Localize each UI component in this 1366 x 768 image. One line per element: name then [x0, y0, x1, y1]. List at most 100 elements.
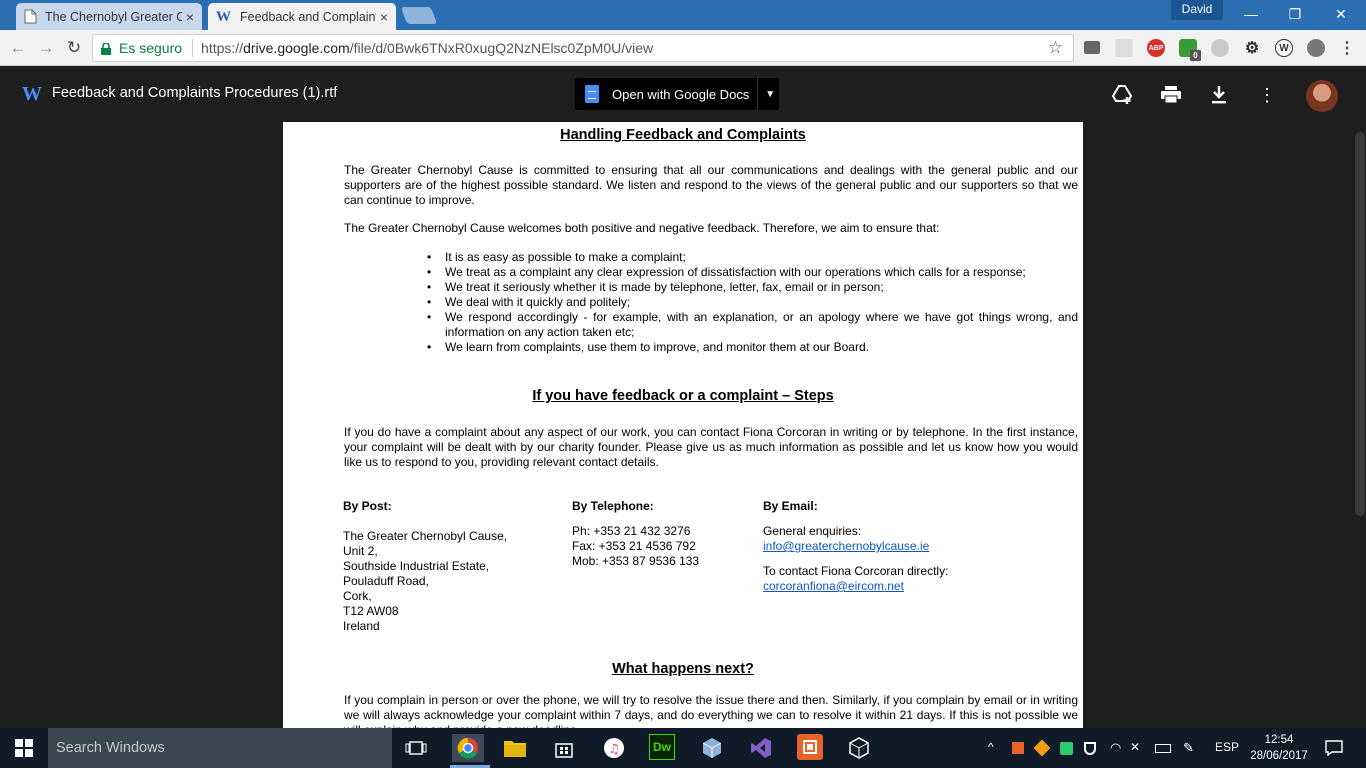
- address-bar[interactable]: Es seguro https://drive.google.com/file/…: [92, 34, 1074, 62]
- avast-tray-icon[interactable]: [1033, 739, 1051, 757]
- tray-chevron-icon[interactable]: ^: [988, 740, 994, 754]
- w-extension-icon[interactable]: W: [1275, 39, 1293, 57]
- divider: [757, 78, 759, 110]
- next-paragraph: If you complain in person or over the ph…: [344, 693, 1078, 728]
- more-options-icon[interactable]: ⋮: [1256, 84, 1278, 106]
- start-button[interactable]: [0, 728, 48, 768]
- store-icon[interactable]: [550, 734, 578, 762]
- heading-next: What happens next?: [612, 661, 754, 677]
- wifi-icon[interactable]: ◠: [1110, 740, 1121, 756]
- back-button[interactable]: ←: [6, 36, 30, 60]
- word-file-icon: W: [22, 83, 42, 105]
- email-title: By Email:: [763, 499, 818, 513]
- search-input[interactable]: Search Windows: [48, 728, 392, 768]
- direct-contact-label: To contact Fiona Corcoran directly:: [763, 564, 949, 578]
- clock-date: 28/06/2017: [1250, 750, 1308, 762]
- heading-handling: Handling Feedback and Complaints: [560, 127, 806, 143]
- puzzle-extension-icon[interactable]: [1211, 39, 1229, 57]
- close-window-button[interactable]: ✕: [1318, 0, 1364, 28]
- direct-email-link[interactable]: corcoranfiona@eircom.net: [763, 579, 1063, 594]
- restore-button[interactable]: ❐: [1272, 0, 1318, 28]
- general-email-link[interactable]: info@greaterchernobylcause.ie: [763, 539, 1063, 554]
- page-icon: [24, 9, 37, 24]
- shield-icon[interactable]: [1084, 742, 1096, 755]
- url-text[interactable]: https://drive.google.com/file/d/0Bwk6TNx…: [201, 40, 653, 56]
- address-line: Unit 2,: [343, 544, 378, 558]
- adblock-icon[interactable]: ABP: [1147, 39, 1165, 57]
- scrollbar-thumb[interactable]: [1355, 132, 1365, 516]
- chevron-down-icon[interactable]: ▼: [765, 89, 775, 100]
- svg-text:♫: ♫: [608, 742, 620, 757]
- divider: [192, 39, 194, 57]
- gear-icon[interactable]: ⚙: [1243, 39, 1261, 57]
- tab-feedback[interactable]: W Feedback and Complaint ×: [208, 3, 396, 30]
- bookmark-star-icon[interactable]: ☆: [1048, 38, 1063, 58]
- close-icon[interactable]: ×: [186, 9, 194, 25]
- tab-chernobyl[interactable]: The Chernobyl Greater C ×: [16, 3, 202, 30]
- clock-time: 12:54: [1264, 734, 1294, 746]
- file-explorer-icon[interactable]: [501, 734, 529, 762]
- address-line: The Greater Chernobyl Cause,: [343, 529, 508, 543]
- address-line: Pouladuff Road,: [343, 574, 429, 588]
- taskbar: Search Windows ♫ Dw ^ ◠ ✕ ✎ ESP 12:54 28…: [0, 728, 1366, 768]
- open-with-docs-button[interactable]: Open with Google Docs ▼: [575, 78, 779, 110]
- clock[interactable]: 12:54 28/06/2017: [1248, 732, 1310, 764]
- minimize-button[interactable]: —: [1228, 0, 1274, 28]
- feedback-paragraph: The Greater Chernobyl Cause welcomes bot…: [344, 221, 940, 235]
- 3d-builder-icon[interactable]: [698, 734, 726, 762]
- address-line: Cork,: [343, 589, 372, 603]
- file-title: Feedback and Complaints Procedures (1).r…: [52, 85, 338, 101]
- mail-extension-icon[interactable]: [1084, 41, 1100, 54]
- viewer-header: W Feedback and Complaints Procedures (1)…: [0, 66, 1366, 122]
- dreamweaver-icon[interactable]: Dw: [649, 734, 675, 760]
- itunes-icon[interactable]: ♫: [600, 734, 628, 762]
- reload-button[interactable]: ↻: [62, 36, 86, 60]
- orange-tray-icon[interactable]: [1012, 742, 1024, 754]
- virtualbox-icon[interactable]: [845, 734, 873, 762]
- print-icon[interactable]: [1160, 84, 1182, 106]
- steps-paragraph: If you do have a complaint about any asp…: [344, 425, 1078, 469]
- tab-strip: The Chernobyl Greater C × W Feedback and…: [0, 0, 1366, 30]
- browser-toolbar: ← → ↻ Es seguro https://drive.google.com…: [0, 30, 1366, 66]
- menu-icon[interactable]: ⋮: [1338, 39, 1356, 57]
- battery-icon[interactable]: [1155, 744, 1171, 753]
- list-item: It is as easy as possible to make a comp…: [427, 250, 1078, 265]
- aims-list: It is as easy as possible to make a comp…: [427, 250, 1078, 355]
- open-with-label: Open with Google Docs: [612, 86, 750, 102]
- forward-button[interactable]: →: [34, 36, 58, 60]
- post-title: By Post:: [343, 499, 392, 513]
- download-icon[interactable]: [1208, 84, 1230, 106]
- list-item: We deal with it quickly and politely;: [427, 295, 1078, 310]
- chrome-icon[interactable]: [452, 734, 484, 762]
- heading-steps: If you have feedback or a complaint – St…: [532, 388, 834, 404]
- pen-icon[interactable]: ✎: [1183, 740, 1194, 756]
- speaker-muted-icon[interactable]: ✕: [1130, 740, 1140, 754]
- fax-number: Fax: +353 21 4536 792: [572, 539, 696, 553]
- contact-telephone: By Telephone: Ph: +353 21 432 3276 Fax: …: [572, 499, 752, 569]
- close-icon[interactable]: ×: [380, 9, 388, 25]
- green-tray-icon[interactable]: [1060, 742, 1073, 755]
- tab-label: The Chernobyl Greater C: [45, 9, 182, 24]
- mobile-number: Mob: +353 87 9536 133: [572, 554, 700, 568]
- extension-badge: 0: [1190, 50, 1201, 61]
- telephone-title: By Telephone:: [572, 499, 654, 513]
- notifications-icon[interactable]: [1320, 734, 1348, 762]
- task-view-icon[interactable]: [402, 734, 430, 762]
- cube-extension-icon[interactable]: [1115, 39, 1133, 57]
- phone-number: Ph: +353 21 432 3276: [572, 524, 691, 538]
- add-to-drive-icon[interactable]: [1112, 84, 1134, 106]
- new-tab-button[interactable]: [400, 7, 438, 24]
- visual-studio-icon[interactable]: [747, 734, 775, 762]
- bolt-extension-icon[interactable]: [1307, 39, 1325, 57]
- orange-app-icon[interactable]: [797, 734, 823, 760]
- word-icon: W: [216, 9, 231, 25]
- address-line: Ireland: [343, 619, 380, 633]
- language-indicator[interactable]: ESP: [1215, 740, 1239, 754]
- profile-button[interactable]: David: [1171, 0, 1223, 20]
- secure-label: Es seguro: [119, 40, 183, 56]
- avatar[interactable]: [1306, 80, 1338, 112]
- windows-icon: [15, 739, 33, 757]
- lock-icon: [101, 42, 111, 55]
- document-page: Handling Feedback and Complaints The Gre…: [283, 122, 1083, 728]
- google-docs-icon: [585, 85, 599, 103]
